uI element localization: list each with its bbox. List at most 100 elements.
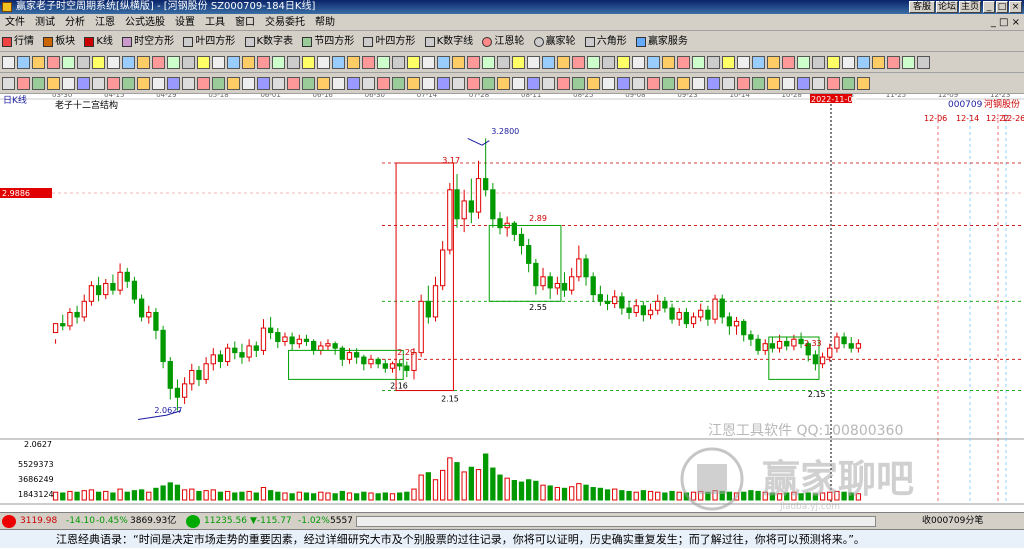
tool-icon-48[interactable] [707,56,720,69]
tool-icon-39[interactable] [572,77,585,90]
menu-file[interactable]: 文件 [0,14,30,31]
sz-index[interactable]: 11235.56 [204,513,247,530]
tool-icon-57[interactable] [842,77,855,90]
tool-icon-19[interactable] [272,77,285,90]
tool-icon-56[interactable] [827,77,840,90]
tool-icon-18[interactable] [257,77,270,90]
tool-icon-20[interactable] [287,56,300,69]
tool-icon-2[interactable] [17,77,30,90]
tool-icon-8[interactable] [107,56,120,69]
tool-icon-5[interactable] [62,56,75,69]
tool-icon-27[interactable] [392,56,405,69]
tool-icon-33[interactable] [482,77,495,90]
chart-area[interactable]: 03-30 04-15 04-29 05-18 06-01 06-16 06-30 07-14… [0,91,1024,512]
tool-icon-54[interactable] [797,56,810,69]
tool-icon-51[interactable] [752,56,765,69]
tool-icon-1[interactable] [2,77,15,90]
menu-window[interactable]: 窗口 [230,14,260,31]
close-icon[interactable]: × [1009,1,1022,13]
tool-icon-22[interactable] [317,77,330,90]
tool-icon-26[interactable] [377,56,390,69]
tool-icon-8[interactable] [107,77,120,90]
tool-icon-21[interactable] [302,77,315,90]
sh-index[interactable]: 3119.98 [20,513,57,530]
tool-icon-50[interactable] [737,77,750,90]
tool-icon-47[interactable] [692,56,705,69]
tool-icon-17[interactable] [242,77,255,90]
tool-icon-58[interactable] [857,77,870,90]
tool-icon-1[interactable] [2,56,15,69]
tool-icon-55[interactable] [812,77,825,90]
tool-icon-25[interactable] [362,56,375,69]
tool-icon-11[interactable] [152,56,165,69]
tool-icon-24[interactable] [347,56,360,69]
tool-icon-57[interactable] [842,56,855,69]
tool-icon-23[interactable] [332,56,345,69]
tool-icon-60[interactable] [887,56,900,69]
tool-icon-28[interactable] [407,56,420,69]
menu-help[interactable]: 帮助 [310,14,340,31]
service-button[interactable]: 客服 [909,1,935,13]
tool-icon-26[interactable] [377,77,390,90]
tool-icon-3[interactable] [32,56,45,69]
tool-leaf-square[interactable]: 叶四方形 [183,31,235,51]
tool-timespace-square[interactable]: 时空方形 [122,31,174,51]
tool-icon-2[interactable] [17,56,30,69]
tool-icon-53[interactable] [782,56,795,69]
tool-icon-41[interactable] [602,56,615,69]
tool-icon-25[interactable] [362,77,375,90]
tool-icon-12[interactable] [167,77,180,90]
tool-icon-20[interactable] [287,77,300,90]
tool-icon-13[interactable] [182,77,195,90]
tool-node-square[interactable]: 节四方形 [302,31,354,51]
tool-icon-48[interactable] [707,77,720,90]
tool-icon-42[interactable] [617,56,630,69]
tool-icon-32[interactable] [467,56,480,69]
tool-hexagon[interactable]: 六角形 [584,31,627,51]
tool-icon-14[interactable] [197,56,210,69]
tool-icon-44[interactable] [647,56,660,69]
tool-icon-35[interactable] [512,56,525,69]
menu-tools[interactable]: 工具 [200,14,230,31]
tool-icon-18[interactable] [257,56,270,69]
tool-icon-13[interactable] [182,56,195,69]
tool-winner-service[interactable]: 赢家服务 [635,31,688,51]
tool-sector[interactable]: 板块 [43,31,75,51]
tool-kdigit-line[interactable]: K数字线 [424,31,473,51]
tool-icon-4[interactable] [47,77,60,90]
tool-icon-16[interactable] [227,77,240,90]
tool-icon-6[interactable] [77,77,90,90]
tool-icon-43[interactable] [632,77,645,90]
tool-icon-29[interactable] [422,77,435,90]
tool-icon-51[interactable] [752,77,765,90]
menu-test[interactable]: 测试 [30,14,60,31]
tool-icon-39[interactable] [572,56,585,69]
tool-icon-19[interactable] [272,56,285,69]
tool-icon-9[interactable] [122,56,135,69]
tool-icon-27[interactable] [392,77,405,90]
menu-trade[interactable]: 交易委托 [260,14,310,31]
tool-icon-52[interactable] [767,77,780,90]
tool-icon-5[interactable] [62,77,75,90]
horizontal-scrollbar[interactable] [356,516,876,527]
tool-icon-45[interactable] [662,56,675,69]
menu-gann[interactable]: 江恩 [90,14,120,31]
tool-icon-41[interactable] [602,77,615,90]
tool-icon-7[interactable] [92,77,105,90]
mdi-controls[interactable]: _ □ × [991,14,1020,31]
tool-icon-6[interactable] [77,56,90,69]
tool-icon-44[interactable] [647,77,660,90]
tool-icon-36[interactable] [527,56,540,69]
tool-icon-34[interactable] [497,77,510,90]
tool-quotes[interactable]: 行情 [2,31,34,51]
tool-icon-49[interactable] [722,77,735,90]
tool-icon-22[interactable] [317,56,330,69]
tool-icon-17[interactable] [242,56,255,69]
tool-icon-28[interactable] [407,77,420,90]
tool-icon-32[interactable] [467,77,480,90]
tool-icon-15[interactable] [212,77,225,90]
maximize-icon[interactable]: □ [996,1,1008,13]
tool-icon-46[interactable] [677,56,690,69]
tool-icon-42[interactable] [617,77,630,90]
tool-kdigit-table[interactable]: K数字表 [244,31,293,51]
